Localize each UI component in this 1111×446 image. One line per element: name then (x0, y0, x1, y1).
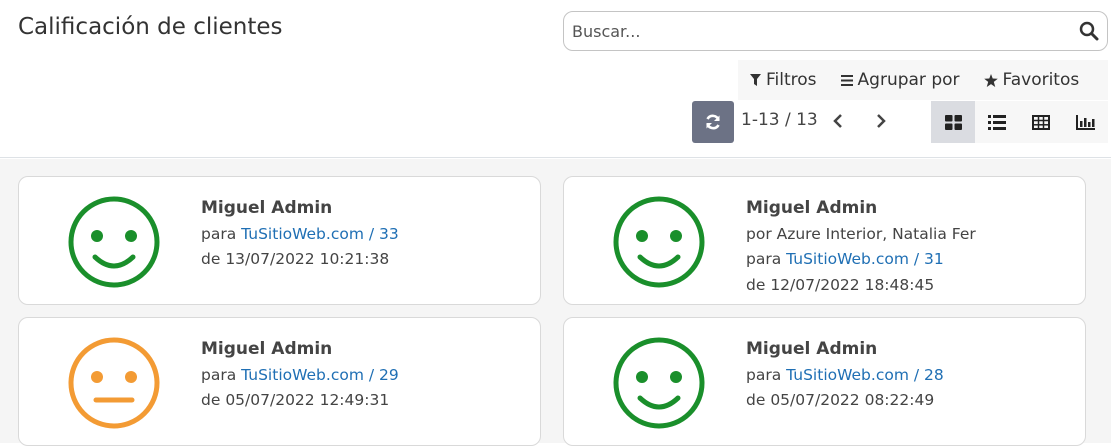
pivot-view-button[interactable] (1019, 101, 1063, 143)
search-options-bar: Filtros Agrupar por Favoritos (738, 60, 1108, 100)
rating-author: Miguel Admin (746, 339, 878, 359)
refresh-button[interactable] (692, 101, 734, 143)
happy-face-icon (67, 195, 161, 289)
rating-target: para TuSitioWeb.com / 31 (746, 247, 976, 273)
group-by-label: Agrupar por (857, 70, 960, 90)
filters-button[interactable]: Filtros (738, 60, 829, 100)
control-panel: Calificación de clientes Filtros Agrupar… (0, 0, 1111, 158)
list-view-icon (988, 114, 1006, 130)
filter-icon (750, 74, 761, 86)
rating-card[interactable]: Miguel Admin por Azure Interior, Natalia… (563, 176, 1086, 305)
rating-target: para TuSitioWeb.com / 28 (746, 363, 944, 389)
date-prefix: de (746, 275, 766, 294)
rating-target: para TuSitioWeb.com / 29 (201, 363, 399, 389)
date-value: 05/07/2022 08:22:49 (770, 391, 935, 409)
rating-card[interactable]: Miguel Admin para TuSitioWeb.com / 29 de… (18, 317, 541, 446)
kanban-view: Miguel Admin para TuSitioWeb.com / 33 de… (0, 159, 1111, 446)
filters-label: Filtros (766, 70, 817, 90)
rating-card[interactable]: Miguel Admin para TuSitioWeb.com / 33 de… (18, 176, 541, 305)
date-prefix: de (201, 391, 221, 409)
table-icon (1032, 114, 1050, 130)
rating-date: de 05/07/2022 12:49:31 (201, 388, 399, 414)
search-input[interactable] (564, 12, 1064, 50)
kanban-view-button[interactable] (931, 101, 975, 143)
view-switcher (931, 101, 1108, 143)
page-title: Calificación de clientes (18, 14, 283, 40)
date-prefix: de (746, 391, 766, 409)
search-icon[interactable] (1079, 21, 1099, 41)
pager-next-button[interactable] (869, 106, 893, 136)
date-prefix: de (201, 250, 221, 268)
rating-date: de 13/07/2022 10:21:38 (201, 247, 399, 273)
favorites-label: Favoritos (1002, 70, 1080, 90)
pager-value[interactable]: 1-13 / 13 (741, 110, 818, 130)
kanban-view-icon (944, 114, 962, 130)
for-prefix: para (746, 250, 782, 268)
for-prefix: para (746, 365, 782, 384)
rating-author: Miguel Admin (746, 198, 878, 218)
pager-previous-button[interactable] (826, 106, 850, 136)
happy-face-icon (612, 195, 706, 289)
bars-icon (840, 74, 853, 86)
rating-target: para TuSitioWeb.com / 33 (201, 222, 399, 248)
group-by-button[interactable]: Agrupar por (829, 60, 972, 100)
happy-face-icon (612, 336, 706, 430)
rating-author: Miguel Admin (201, 339, 333, 359)
list-view-button[interactable] (975, 101, 1019, 143)
rating-card[interactable]: Miguel Admin para TuSitioWeb.com / 28 de… (563, 317, 1086, 446)
rating-customer: por Azure Interior, Natalia Fer (746, 224, 976, 243)
rating-record-link[interactable]: TuSitioWeb.com / 33 (241, 225, 399, 243)
neutral-face-icon (67, 336, 161, 430)
chevron-left-icon (833, 114, 842, 128)
rating-record-link[interactable]: TuSitioWeb.com / 28 (786, 366, 944, 384)
for-prefix: para (201, 224, 237, 243)
chevron-right-icon (877, 114, 886, 128)
bar-chart-icon (1075, 114, 1095, 130)
refresh-icon (706, 114, 720, 130)
rating-record-link[interactable]: TuSitioWeb.com / 29 (241, 366, 399, 384)
search-box[interactable] (563, 11, 1108, 51)
for-prefix: para (201, 365, 237, 384)
date-value: 13/07/2022 10:21:38 (225, 250, 390, 268)
rating-record-link[interactable]: TuSitioWeb.com / 31 (786, 250, 944, 268)
date-value: 12/07/2022 18:48:45 (770, 275, 935, 294)
rating-date: de 05/07/2022 08:22:49 (746, 388, 944, 414)
graph-view-button[interactable] (1063, 101, 1107, 143)
date-value: 05/07/2022 12:49:31 (225, 391, 390, 409)
rating-date: de 12/07/2022 18:48:45 (746, 273, 976, 299)
favorites-button[interactable]: Favoritos (972, 60, 1092, 100)
star-icon (983, 73, 998, 87)
rating-author: Miguel Admin (201, 198, 333, 218)
